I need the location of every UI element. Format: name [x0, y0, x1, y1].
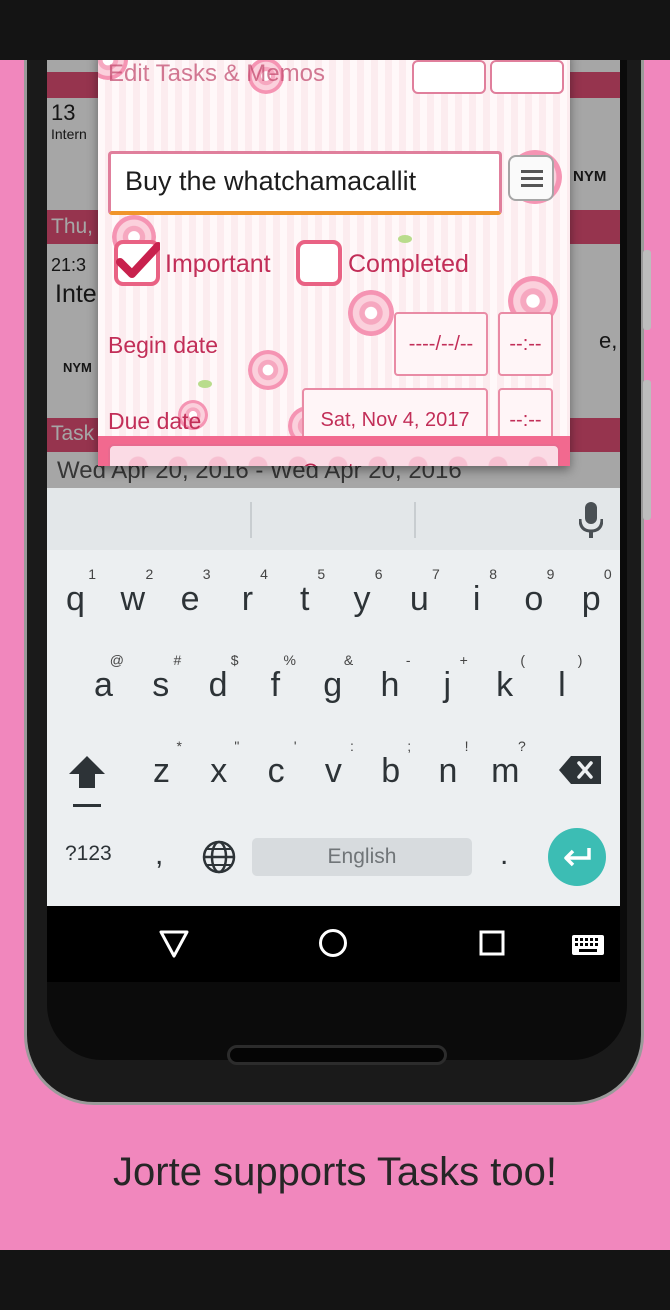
key-m[interactable]: ? m [477, 722, 534, 808]
key-u[interactable]: 7u [391, 550, 448, 636]
key-char: d [208, 666, 228, 704]
key-char: s [152, 666, 170, 704]
important-checkbox[interactable] [114, 240, 160, 286]
key-j[interactable]: + j [419, 636, 476, 722]
globe-icon[interactable] [202, 840, 236, 874]
space-key[interactable]: English [252, 838, 472, 876]
key-q[interactable]: 1q [47, 550, 104, 636]
key-char: n [438, 752, 458, 790]
key-char: v [324, 752, 342, 790]
key-char: g [323, 666, 343, 704]
key-char: q [66, 580, 85, 618]
shift-icon[interactable] [67, 752, 107, 812]
soft-keyboard: 1q2w3e4r5t6y7u8i9o0p @ a # s $ d% f & g - h + j(k) l … [47, 488, 620, 906]
due-date-label: Due date [108, 408, 202, 434]
top-black-bar [0, 0, 670, 60]
backspace-icon[interactable] [559, 756, 601, 784]
key-char: z [153, 752, 170, 790]
create-button[interactable]: Create [108, 444, 560, 466]
key-char: a [94, 666, 113, 704]
key-char: t [299, 580, 310, 618]
dialog-footer: Create [98, 436, 570, 466]
key-char: o [524, 580, 544, 618]
header-button[interactable] [412, 60, 486, 94]
rose-decoration [348, 290, 394, 336]
key-char: j [443, 666, 452, 704]
suggestion-divider [250, 502, 252, 538]
key-r[interactable]: 4r [219, 550, 276, 636]
rose-decoration [248, 350, 288, 390]
key-char: k [496, 666, 514, 704]
power-button [643, 380, 651, 520]
completed-label[interactable]: Completed [348, 250, 469, 279]
dialog-title: Edit Tasks & Memos [108, 60, 325, 87]
symbols-key[interactable]: ?123 [65, 842, 112, 866]
key-char: w [120, 580, 146, 618]
leaf-decoration [198, 380, 212, 388]
important-label[interactable]: Important [165, 250, 271, 279]
key-b[interactable]: ; b [362, 722, 419, 808]
header-button[interactable] [490, 60, 564, 94]
key-s[interactable]: # s [132, 636, 189, 722]
recents-icon[interactable] [479, 930, 505, 956]
key-char: r [241, 580, 254, 618]
android-navbar [47, 906, 620, 982]
phone-speaker [227, 1045, 447, 1065]
checkmark-icon [116, 242, 160, 278]
mic-icon[interactable] [579, 502, 603, 538]
completed-checkbox[interactable] [296, 240, 342, 286]
key-char: u [409, 580, 429, 618]
key-h[interactable]: -h [362, 636, 419, 722]
key-x[interactable]: " x [190, 722, 247, 808]
key-char: b [381, 752, 401, 790]
key-e[interactable]: 3e [162, 550, 219, 636]
key-char: i [472, 580, 481, 618]
key-l[interactable]: ) l [533, 636, 590, 722]
key-k[interactable]: (k [476, 636, 533, 722]
key-char: c [267, 752, 285, 790]
suggestion-divider [414, 502, 416, 538]
leaf-decoration [398, 235, 412, 243]
list-menu-button[interactable] [508, 155, 554, 201]
key-char: y [353, 580, 371, 618]
key-t[interactable]: 5t [276, 550, 333, 636]
home-icon[interactable] [318, 928, 348, 958]
key-char: l [558, 666, 566, 704]
begin-time-field[interactable]: --:-- [498, 312, 553, 376]
key-char: m [491, 752, 520, 790]
begin-date-field[interactable]: ----/--/-- [394, 312, 488, 376]
promo-caption: Jorte supports Tasks too! [113, 1150, 557, 1194]
key-z[interactable]: * z [133, 722, 190, 808]
key-g[interactable]: & g [304, 636, 361, 722]
key-y[interactable]: 6y [334, 550, 391, 636]
edit-task-dialog: Edit Tasks & Memos Buy the whatchamacall… [98, 60, 570, 466]
key-p[interactable]: 0p [563, 550, 620, 636]
comma-key[interactable]: , [155, 838, 163, 872]
period-key[interactable]: . [500, 838, 508, 872]
task-title-input[interactable]: Buy the whatchamacallit [108, 151, 502, 215]
enter-icon [564, 848, 591, 867]
phone-screen: 13 Intern NYM Thu, 21:3 Inte NYM e, Task… [47, 60, 620, 982]
key-a[interactable]: @ a [75, 636, 132, 722]
key-i[interactable]: 8i [448, 550, 505, 636]
key-o[interactable]: 9o [505, 550, 562, 636]
key-d[interactable]: $ d [190, 636, 247, 722]
key-w[interactable]: 2w [104, 550, 161, 636]
bottom-black-bar [0, 1250, 670, 1310]
enter-key[interactable] [548, 828, 606, 886]
key-char: p [581, 580, 601, 618]
volume-button [643, 250, 651, 330]
back-icon[interactable] [159, 930, 189, 958]
begin-date-label: Begin date [108, 332, 218, 358]
suggestion-strip [47, 488, 620, 550]
key-char: e [180, 580, 200, 618]
keyboard-icon[interactable] [571, 934, 605, 956]
key-f[interactable]: % f [247, 636, 304, 722]
key-char: h [380, 666, 400, 704]
key-c[interactable]: ' c [248, 722, 305, 808]
key-char: x [210, 752, 228, 790]
key-char: f [270, 666, 281, 704]
key-n[interactable]: ! n [420, 722, 477, 808]
key-v[interactable]: :v [305, 722, 362, 808]
